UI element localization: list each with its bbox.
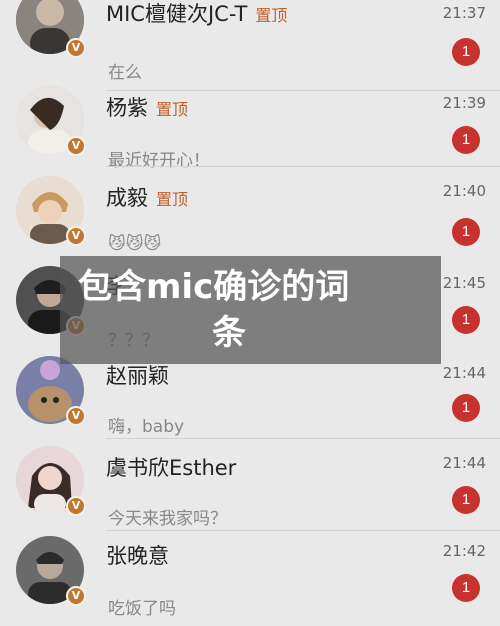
vip-badge: V: [66, 38, 86, 58]
contact-name: 张晚意: [106, 544, 169, 568]
chat-item[interactable]: V 杨紫 置顶 21:39 最近好开心！ 1: [0, 84, 500, 174]
message-time: 21:44: [442, 364, 486, 382]
contact-name: 虞书欣Esther: [106, 456, 237, 480]
divider: [106, 166, 500, 167]
chat-item[interactable]: V 赵丽颖 21:44 嗨，baby 1: [0, 356, 500, 446]
unread-badge: 1: [452, 126, 480, 154]
contact-name: MIC檀健次JC-T 置顶: [106, 2, 288, 26]
vip-badge: V: [66, 586, 86, 606]
pinned-tag: 置顶: [156, 100, 189, 119]
chat-item[interactable]: V 成毅 置顶 21:40 😼😼😼 1: [0, 176, 500, 266]
unread-badge: 1: [452, 218, 480, 246]
title-overlay: 包含mic确诊的词 条: [60, 256, 441, 364]
unread-badge: 1: [452, 306, 480, 334]
unread-badge: 1: [452, 394, 480, 422]
overlay-title-line1: 包含mic确诊的词: [78, 267, 350, 307]
overlay-title: 包含mic确诊的词 条: [78, 264, 438, 356]
contact-name: 成毅 置顶: [106, 186, 189, 210]
message-time: 21:45: [442, 274, 486, 292]
chat-item[interactable]: V 张晚意 21:42 吃饭了吗 1: [0, 536, 500, 626]
pinned-tag: 置顶: [255, 6, 288, 25]
message-time: 21:40: [442, 182, 486, 200]
message-preview: 在么: [108, 63, 142, 83]
message-preview: 最近好开心！: [108, 151, 210, 171]
message-preview: 嗨，baby: [108, 417, 185, 437]
message-preview: 😼😼😼: [108, 234, 162, 254]
message-time: 21:37: [442, 4, 486, 22]
chat-item[interactable]: V MIC檀健次JC-T 置顶 21:37 在么 1: [0, 0, 500, 83]
chat-item[interactable]: V 虞书欣Esther 21:44 今天来我家吗？ 1: [0, 446, 500, 536]
message-time: 21:42: [442, 542, 486, 560]
vip-badge: V: [66, 406, 86, 426]
contact-name: 杨紫 置顶: [106, 96, 189, 120]
vip-badge: V: [66, 136, 86, 156]
unread-badge: 1: [452, 38, 480, 66]
divider: [106, 530, 500, 531]
unread-badge: 1: [452, 486, 480, 514]
divider: [106, 438, 500, 439]
vip-badge: V: [66, 496, 86, 516]
message-time: 21:44: [442, 454, 486, 472]
message-preview: 今天来我家吗？: [108, 509, 227, 529]
message-preview: 吃饭了吗: [108, 599, 176, 619]
unread-badge: 1: [452, 574, 480, 602]
contact-name: 赵丽颖: [106, 364, 169, 388]
message-time: 21:39: [442, 94, 486, 112]
vip-badge: V: [66, 226, 86, 246]
overlay-title-line2: 条: [212, 313, 246, 353]
pinned-tag: 置顶: [156, 190, 189, 209]
